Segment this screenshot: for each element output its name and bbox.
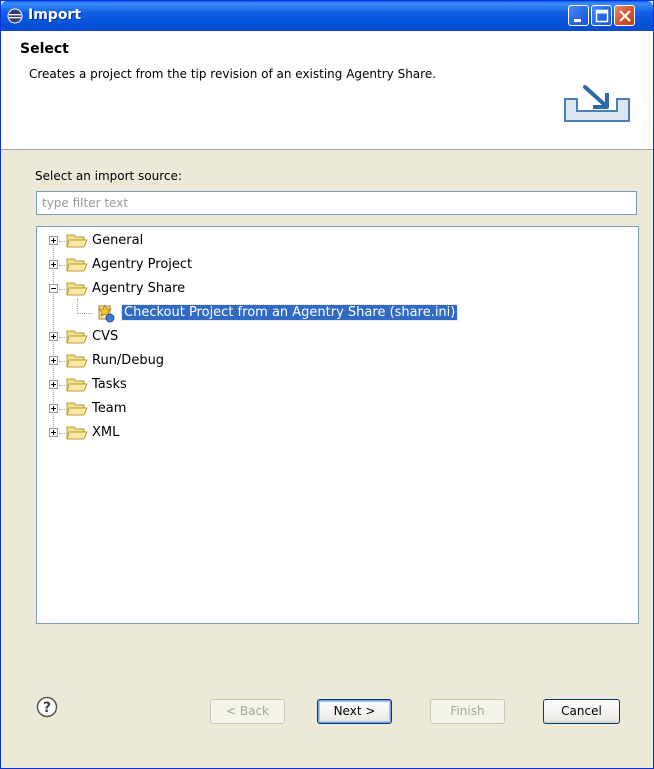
folder-icon — [66, 378, 88, 392]
folder-icon — [66, 330, 88, 344]
expand-icon[interactable] — [49, 260, 58, 269]
wizard-header: Select Creates a project from the tip re… — [1, 31, 653, 150]
tree-node-label: Checkout Project from an Agentry Share (… — [120, 304, 459, 321]
minimize-button[interactable] — [568, 5, 589, 26]
tree-node-checkout-project[interactable]: Checkout Project from an Agentry Share (… — [37, 303, 597, 323]
tree-node-label: Tasks — [92, 377, 127, 392]
collapse-icon[interactable] — [49, 284, 58, 293]
maximize-icon — [595, 9, 609, 23]
tree-node-tasks[interactable]: Tasks — [37, 375, 597, 395]
tree-node-cvs[interactable]: CVS — [37, 327, 597, 347]
import-source-tree[interactable]: General Agentry Project Agentry Share Ch… — [36, 226, 639, 624]
expand-icon[interactable] — [49, 428, 58, 437]
tree-node-label: Run/Debug — [92, 353, 165, 368]
tree-node-run-debug[interactable]: Run/Debug — [37, 351, 597, 371]
finish-button[interactable]: Finish — [430, 699, 505, 724]
tree-node-xml[interactable]: XML — [37, 423, 597, 443]
tree-node-agentry-share[interactable]: Agentry Share — [37, 279, 597, 299]
tree-node-agentry-project[interactable]: Agentry Project — [37, 255, 597, 275]
tree-node-label: Agentry Project — [92, 257, 193, 272]
import-wizard-icon — [564, 85, 630, 122]
back-button[interactable]: < Back — [210, 699, 285, 724]
checkout-wizard-icon — [98, 304, 115, 323]
tree-node-label: XML — [92, 425, 120, 440]
svg-text:?: ? — [43, 700, 51, 716]
close-icon — [619, 10, 631, 22]
folder-icon — [66, 354, 88, 368]
cancel-button[interactable]: Cancel — [543, 699, 620, 724]
expand-icon[interactable] — [49, 380, 58, 389]
expand-icon[interactable] — [49, 236, 58, 245]
minimize-icon — [574, 19, 581, 22]
tree-node-label: Agentry Share — [92, 281, 186, 296]
page-description: Creates a project from the tip revision … — [29, 67, 437, 81]
folder-icon — [66, 426, 88, 440]
folder-icon — [66, 402, 88, 416]
tree-node-label: General — [92, 233, 144, 248]
page-title: Select — [20, 41, 69, 57]
window-title: Import — [28, 7, 82, 23]
filter-input[interactable] — [36, 191, 637, 215]
expand-icon[interactable] — [49, 332, 58, 341]
tree-node-label: CVS — [92, 329, 119, 344]
folder-open-icon — [66, 282, 88, 296]
next-button[interactable]: Next > — [317, 699, 392, 724]
title-bar[interactable]: Import — [1, 1, 653, 31]
import-dialog: Import Select Creates a project from the… — [0, 0, 654, 769]
expand-icon[interactable] — [49, 404, 58, 413]
import-source-label: Select an import source: — [35, 169, 182, 183]
folder-icon — [66, 258, 88, 272]
close-button[interactable] — [614, 5, 635, 26]
tree-node-label: Team — [92, 401, 127, 416]
tree-node-team[interactable]: Team — [37, 399, 597, 419]
tree-node-general[interactable]: General — [37, 231, 597, 251]
maximize-button[interactable] — [591, 5, 612, 26]
expand-icon[interactable] — [49, 356, 58, 365]
folder-icon — [66, 234, 88, 248]
help-icon[interactable]: ? — [36, 696, 58, 718]
eclipse-icon — [7, 8, 23, 24]
